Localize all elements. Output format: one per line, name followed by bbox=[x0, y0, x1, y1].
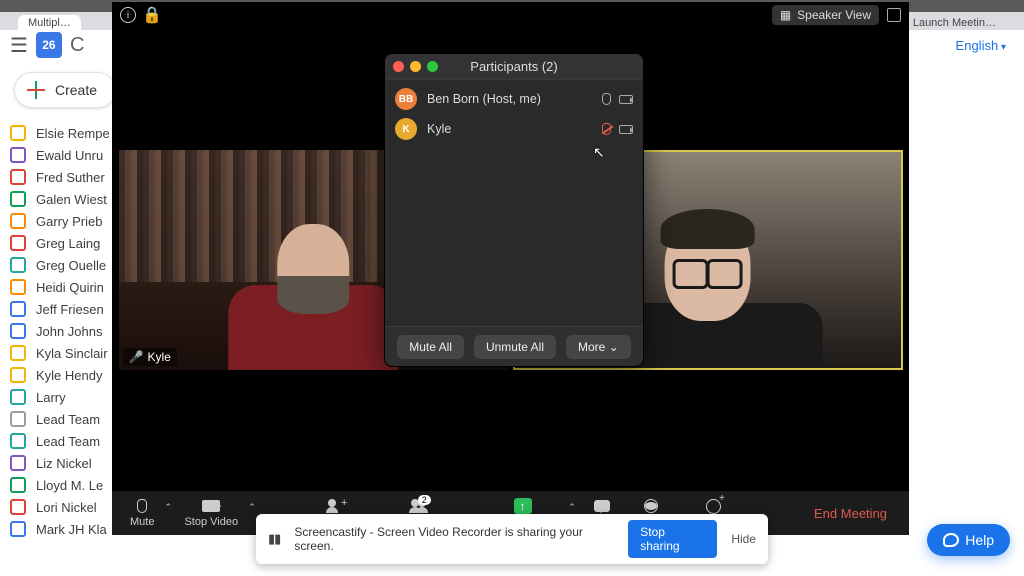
unmute-all-button[interactable]: Unmute All bbox=[474, 335, 556, 359]
calendar-name: Lloyd M. Le bbox=[36, 478, 103, 493]
help-icon bbox=[943, 533, 959, 547]
encryption-lock-icon[interactable]: 🔒 bbox=[142, 5, 162, 25]
checkbox-icon[interactable] bbox=[10, 345, 26, 361]
calendar-name: Kyle Hendy bbox=[36, 368, 102, 383]
pause-icon[interactable]: ▮▮ bbox=[268, 531, 280, 547]
participants-list: BB Ben Born (Host, me) K Kyle bbox=[385, 80, 643, 326]
participants-more-button[interactable]: More bbox=[566, 335, 631, 359]
window-traffic-lights[interactable] bbox=[393, 61, 438, 72]
calendar-name: Garry Prieb bbox=[36, 214, 102, 229]
tile-nameplate: 🎤 Kyle bbox=[123, 348, 177, 366]
calendar-name: Liz Nickel bbox=[36, 456, 92, 471]
participants-titlebar[interactable]: Participants (2) bbox=[385, 54, 643, 80]
create-button[interactable]: Create bbox=[14, 72, 116, 108]
chat-icon bbox=[594, 500, 610, 512]
checkbox-icon[interactable] bbox=[10, 411, 26, 427]
speaker-view-label: Speaker View bbox=[797, 8, 871, 22]
checkbox-icon[interactable] bbox=[10, 213, 26, 229]
grid-icon: ▦ bbox=[780, 8, 791, 22]
close-icon[interactable] bbox=[393, 61, 404, 72]
browser-tab-left[interactable]: Multipl… bbox=[18, 15, 81, 31]
speaker-view-button[interactable]: ▦ Speaker View bbox=[772, 5, 879, 25]
invite-icon: + bbox=[326, 499, 344, 513]
stop-video-button[interactable]: Stop Video bbox=[176, 498, 246, 528]
checkbox-icon[interactable] bbox=[10, 301, 26, 317]
plus-icon bbox=[27, 81, 45, 99]
record-icon bbox=[644, 499, 658, 513]
calendar-title: C bbox=[70, 34, 84, 57]
hamburger-icon[interactable]: ☰ bbox=[10, 33, 28, 58]
calendar-name: Jeff Friesen bbox=[36, 302, 104, 317]
camera-icon bbox=[202, 500, 220, 512]
language-selector[interactable]: English bbox=[956, 38, 1006, 53]
checkbox-icon[interactable] bbox=[10, 499, 26, 515]
create-label: Create bbox=[55, 82, 97, 98]
screencastify-banner: ▮▮ Screencastify - Screen Video Recorder… bbox=[256, 514, 768, 564]
avatar: K bbox=[395, 118, 417, 140]
participants-panel: Participants (2) BB Ben Born (Host, me) KK… bbox=[384, 53, 644, 367]
camera-icon[interactable] bbox=[619, 125, 633, 134]
calendar-logo-icon: 26 bbox=[36, 32, 62, 58]
participant-count-badge: 2 bbox=[418, 495, 431, 505]
muted-mic-icon: 🎤 bbox=[129, 350, 144, 364]
calendar-name: Lori Nickel bbox=[36, 500, 97, 515]
maximize-icon[interactable] bbox=[427, 61, 438, 72]
participant-row[interactable]: K Kyle bbox=[385, 114, 643, 144]
mute-all-button[interactable]: Mute All bbox=[397, 335, 464, 359]
minimize-icon[interactable] bbox=[410, 61, 421, 72]
checkbox-icon[interactable] bbox=[10, 389, 26, 405]
participant-name: Kyle bbox=[427, 122, 592, 136]
stop-sharing-button[interactable]: Stop sharing bbox=[628, 520, 717, 558]
calendar-name: John Johns bbox=[36, 324, 103, 339]
checkbox-icon[interactable] bbox=[10, 521, 26, 537]
checkbox-icon[interactable] bbox=[10, 433, 26, 449]
audio-options-caret[interactable]: ⌃ bbox=[164, 502, 174, 525]
checkbox-icon[interactable] bbox=[10, 367, 26, 383]
mic-icon[interactable] bbox=[602, 93, 611, 105]
sharing-message: Screencastify - Screen Video Recorder is… bbox=[294, 525, 614, 553]
checkbox-icon[interactable] bbox=[10, 235, 26, 251]
muted-mic-icon[interactable] bbox=[602, 123, 611, 135]
participant-name: Ben Born (Host, me) bbox=[427, 92, 592, 106]
calendar-name: Greg Ouelle bbox=[36, 258, 106, 273]
checkbox-icon[interactable] bbox=[10, 147, 26, 163]
calendar-name: Lead Team bbox=[36, 434, 100, 449]
camera-icon[interactable] bbox=[619, 95, 633, 104]
calendar-name: Larry bbox=[36, 390, 66, 405]
checkbox-icon[interactable] bbox=[10, 455, 26, 471]
checkbox-icon[interactable] bbox=[10, 323, 26, 339]
mute-button[interactable]: Mute bbox=[122, 498, 162, 528]
checkbox-icon[interactable] bbox=[10, 257, 26, 273]
checkbox-icon[interactable] bbox=[10, 279, 26, 295]
calendar-name: Galen Wiest bbox=[36, 192, 107, 207]
calendar-name: Heidi Quirin bbox=[36, 280, 104, 295]
checkbox-icon[interactable] bbox=[10, 169, 26, 185]
help-button[interactable]: Help bbox=[927, 524, 1010, 556]
info-icon[interactable]: i bbox=[120, 7, 136, 23]
avatar: BB bbox=[395, 88, 417, 110]
reactions-icon bbox=[706, 499, 721, 514]
end-meeting-button[interactable]: End Meeting bbox=[802, 506, 899, 521]
checkbox-icon[interactable] bbox=[10, 191, 26, 207]
checkbox-icon[interactable] bbox=[10, 125, 26, 141]
share-icon: ↑ bbox=[514, 498, 532, 514]
mic-icon bbox=[137, 499, 147, 513]
fullscreen-icon[interactable] bbox=[887, 8, 901, 22]
help-label: Help bbox=[965, 532, 994, 548]
calendar-name: Lead Team bbox=[36, 412, 100, 427]
hide-banner-button[interactable]: Hide bbox=[731, 532, 756, 546]
calendar-name: Greg Laing bbox=[36, 236, 100, 251]
browser-tab-right[interactable]: Launch Meetin… bbox=[903, 15, 1006, 31]
checkbox-icon[interactable] bbox=[10, 477, 26, 493]
calendar-name: Ewald Unru bbox=[36, 148, 103, 163]
calendar-name: Elsie Rempe bbox=[36, 126, 110, 141]
participant-row[interactable]: BB Ben Born (Host, me) bbox=[385, 84, 643, 114]
calendar-name: Fred Suther bbox=[36, 170, 105, 185]
calendar-name: Kyla Sinclair bbox=[36, 346, 108, 361]
participants-title: Participants (2) bbox=[470, 59, 557, 74]
calendar-name: Mark JH Kla bbox=[36, 522, 107, 537]
